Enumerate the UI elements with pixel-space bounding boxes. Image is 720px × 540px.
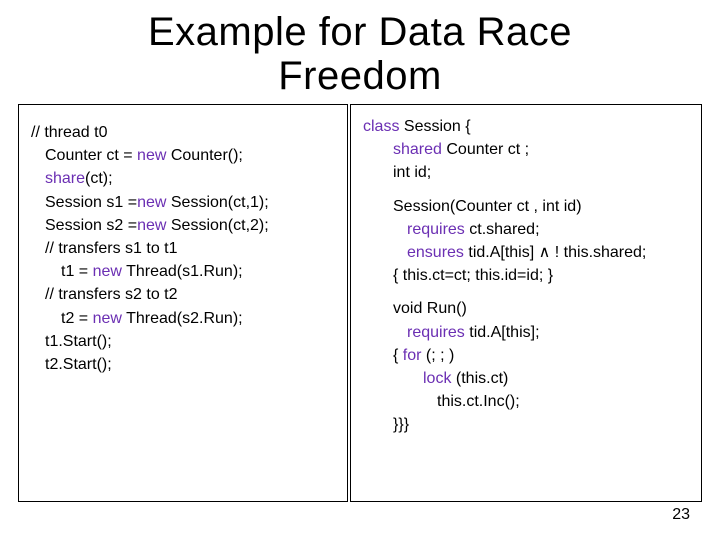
code-line: // transfers s2 to t2 — [31, 283, 337, 306]
code-columns: // thread t0 Counter ct = new Counter();… — [18, 104, 702, 502]
code-line: shared Counter ct ; — [363, 138, 691, 161]
code-line: Session s2 =new Session(ct,2); — [31, 214, 337, 237]
code-line: lock (this.ct) — [363, 367, 691, 390]
code-line: t2.Start(); — [31, 353, 337, 376]
code-line: this.ct.Inc(); — [363, 390, 691, 413]
code-line: t1 = new Thread(s1.Run); — [31, 260, 337, 283]
code-line: void Run() — [363, 297, 691, 320]
code-line: { this.ct=ct; this.id=id; } — [363, 264, 691, 287]
code-line: ensures tid.A[this] ∧ ! this.shared; — [363, 241, 691, 264]
code-line: class Session { — [363, 115, 691, 138]
code-line: t1.Start(); — [31, 330, 337, 353]
slide-title: Example for Data Race Freedom — [0, 0, 720, 104]
code-line: int id; — [363, 161, 691, 184]
code-line: { for (; ; ) — [363, 344, 691, 367]
code-line: }}} — [363, 413, 691, 436]
left-code-box: // thread t0 Counter ct = new Counter();… — [18, 104, 348, 502]
code-line: share(ct); — [31, 167, 337, 190]
code-line: Counter ct = new Counter(); — [31, 144, 337, 167]
page-number: 23 — [672, 506, 690, 524]
slide: Example for Data Race Freedom // thread … — [0, 0, 720, 540]
title-line-1: Example for Data Race — [0, 10, 720, 54]
code-line: requires tid.A[this]; — [363, 321, 691, 344]
code-line: // transfers s1 to t1 — [31, 237, 337, 260]
code-line: Session s1 =new Session(ct,1); — [31, 191, 337, 214]
code-line: t2 = new Thread(s2.Run); — [31, 307, 337, 330]
code-line: Session(Counter ct , int id) — [363, 195, 691, 218]
title-line-2: Freedom — [0, 54, 720, 98]
code-line: // thread t0 — [31, 121, 337, 144]
code-line: requires ct.shared; — [363, 218, 691, 241]
right-code-box: class Session { shared Counter ct ; int … — [350, 104, 702, 502]
